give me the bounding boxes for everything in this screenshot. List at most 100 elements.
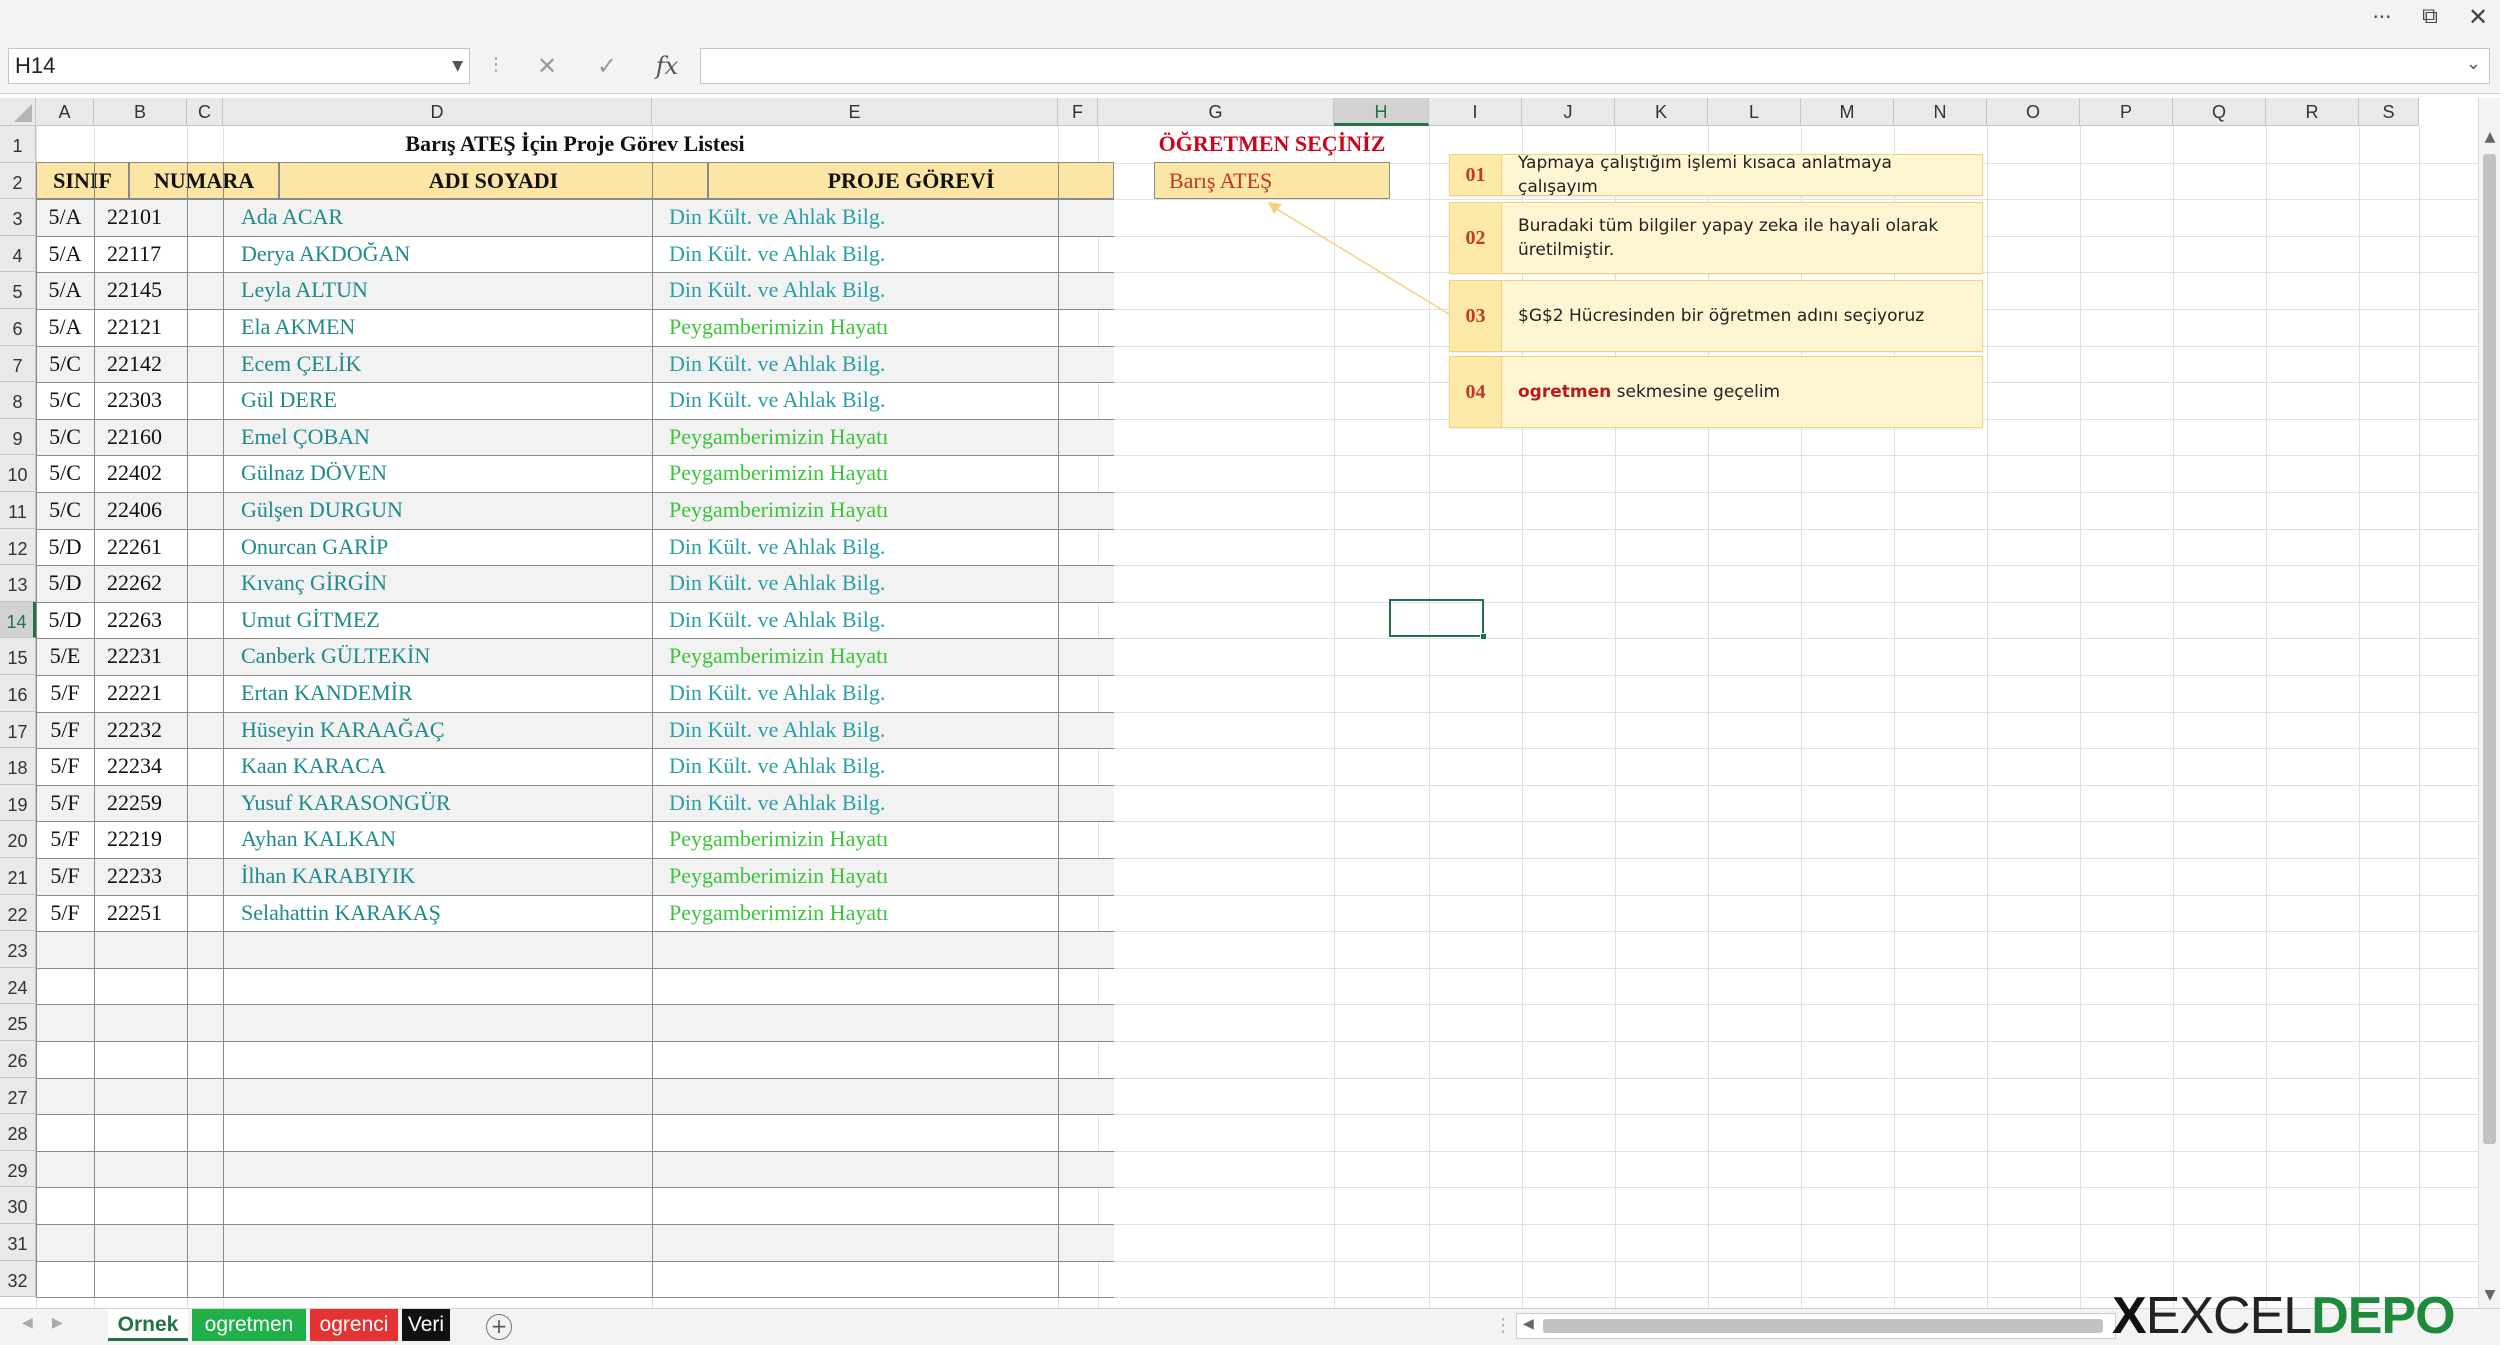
- header-adi-soyadi[interactable]: ADI SOYADI: [279, 162, 708, 199]
- restore-window-icon[interactable]: ⧉: [2410, 2, 2450, 32]
- cell-adi-soyadi[interactable]: Leyla ALTUN: [223, 272, 652, 309]
- row-header-29[interactable]: 29: [0, 1150, 36, 1188]
- cell-sinif[interactable]: 5/F: [36, 785, 94, 822]
- row-header-18[interactable]: 18: [0, 748, 36, 785]
- active-cell-selection[interactable]: [1389, 599, 1487, 640]
- cell-sinif[interactable]: 5/D: [36, 529, 94, 566]
- row-header-16[interactable]: 16: [0, 675, 36, 712]
- row-header-11[interactable]: 11: [0, 492, 36, 529]
- cell-numara[interactable]: 22231: [94, 638, 223, 675]
- sheet-tab-ogrenci[interactable]: ogrenci: [310, 1309, 398, 1341]
- row-header-27[interactable]: 27: [0, 1077, 36, 1115]
- column-header-l[interactable]: L: [1708, 98, 1801, 126]
- cell-proje-gorevi[interactable]: Din Kült. ve Ahlak Bilg.: [652, 565, 1058, 602]
- column-header-a[interactable]: A: [36, 98, 94, 126]
- row-header-24[interactable]: 24: [0, 967, 36, 1005]
- cell-numara[interactable]: 22406: [94, 492, 223, 529]
- cell-adi-soyadi[interactable]: Umut GİTMEZ: [223, 602, 652, 639]
- row-header-23[interactable]: 23: [0, 931, 36, 968]
- cell-numara[interactable]: 22263: [94, 602, 223, 639]
- cell-adi-soyadi[interactable]: Canberk GÜLTEKİN: [223, 638, 652, 675]
- cell-adi-soyadi[interactable]: Selahattin KARAKAŞ: [223, 895, 652, 932]
- cell-proje-gorevi[interactable]: Din Kült. ve Ahlak Bilg.: [652, 748, 1058, 785]
- ogretmen-secimi-label[interactable]: ÖĞRETMEN SEÇİNİZ: [1154, 126, 1390, 162]
- row-header-7[interactable]: 7: [0, 345, 36, 383]
- row-header-8[interactable]: 8: [0, 382, 36, 419]
- cell-sinif[interactable]: 5/C: [36, 346, 94, 383]
- row-header-15[interactable]: 15: [0, 638, 36, 675]
- cell-adi-soyadi[interactable]: Gülşen DURGUN: [223, 492, 652, 529]
- horizontal-scrollbar[interactable]: ◀: [1516, 1313, 2116, 1339]
- row-header-28[interactable]: 28: [0, 1114, 36, 1151]
- vertical-scrollbar[interactable]: ▲ ▼: [2478, 98, 2500, 1308]
- close-window-icon[interactable]: ✕: [2458, 2, 2498, 32]
- row-header-2[interactable]: 2: [0, 162, 36, 200]
- row-header-32[interactable]: 32: [0, 1260, 36, 1298]
- row-header-4[interactable]: 4: [0, 235, 36, 273]
- cell-sinif[interactable]: 5/D: [36, 602, 94, 639]
- cell-proje-gorevi[interactable]: Peygamberimizin Hayatı: [652, 492, 1058, 529]
- cell-adi-soyadi[interactable]: Gül DERE: [223, 382, 652, 419]
- tab-scroll-right-icon[interactable]: ▶: [52, 1315, 63, 1331]
- note-01[interactable]: 01 Yapmaya çalıştığım işlemi kısaca anla…: [1449, 153, 1983, 197]
- cell-numara[interactable]: 22251: [94, 895, 223, 932]
- fill-handle[interactable]: [1480, 633, 1487, 640]
- cell-adi-soyadi[interactable]: Ecem ÇELİK: [223, 346, 652, 383]
- cell-proje-gorevi[interactable]: Din Kült. ve Ahlak Bilg.: [652, 602, 1058, 639]
- cell-proje-gorevi[interactable]: Din Kült. ve Ahlak Bilg.: [652, 712, 1058, 749]
- cell-proje-gorevi[interactable]: Peygamberimizin Hayatı: [652, 858, 1058, 895]
- cell-numara[interactable]: 22233: [94, 858, 223, 895]
- cell-proje-gorevi[interactable]: Din Kült. ve Ahlak Bilg.: [652, 529, 1058, 566]
- row-header-1[interactable]: 1: [0, 126, 36, 163]
- vertical-scroll-thumb[interactable]: [2483, 154, 2496, 1144]
- column-header-m[interactable]: M: [1801, 98, 1894, 126]
- cell-proje-gorevi[interactable]: Din Kült. ve Ahlak Bilg.: [652, 272, 1058, 309]
- cell-adi-soyadi[interactable]: Emel ÇOBAN: [223, 419, 652, 456]
- cell-numara[interactable]: 22117: [94, 236, 223, 273]
- cell-numara[interactable]: 22160: [94, 419, 223, 456]
- cell-numara[interactable]: 22145: [94, 272, 223, 309]
- cell-numara[interactable]: 22219: [94, 821, 223, 858]
- column-header-d[interactable]: D: [223, 98, 652, 126]
- cell-sinif[interactable]: 5/F: [36, 748, 94, 785]
- row-header-31[interactable]: 31: [0, 1224, 36, 1261]
- row-header-17[interactable]: 17: [0, 711, 36, 749]
- cell-proje-gorevi[interactable]: Din Kült. ve Ahlak Bilg.: [652, 785, 1058, 822]
- row-header-13[interactable]: 13: [0, 565, 36, 602]
- cell-adi-soyadi[interactable]: Hüseyin KARAAĞAÇ: [223, 712, 652, 749]
- cell-sinif[interactable]: 5/C: [36, 419, 94, 456]
- cell-proje-gorevi[interactable]: Peygamberimizin Hayatı: [652, 309, 1058, 346]
- row-header-9[interactable]: 9: [0, 418, 36, 456]
- insert-function-icon[interactable]: fx: [644, 48, 690, 84]
- cell-sinif[interactable]: 5/A: [36, 199, 94, 236]
- column-header-q[interactable]: Q: [2173, 98, 2266, 126]
- column-header-b[interactable]: B: [94, 98, 187, 126]
- sheet-tab-ogretmen[interactable]: ogretmen: [192, 1309, 306, 1341]
- cell-sinif[interactable]: 5/C: [36, 455, 94, 492]
- column-header-s[interactable]: S: [2359, 98, 2419, 126]
- sheet-tab-ornek[interactable]: Ornek: [108, 1309, 188, 1341]
- confirm-entry-icon[interactable]: ✓: [584, 48, 630, 84]
- column-header-e[interactable]: E: [652, 98, 1058, 126]
- row-header-26[interactable]: 26: [0, 1041, 36, 1078]
- column-header-k[interactable]: K: [1615, 98, 1708, 126]
- column-header-r[interactable]: R: [2266, 98, 2359, 126]
- row-header-19[interactable]: 19: [0, 784, 36, 822]
- column-header-g[interactable]: G: [1098, 98, 1334, 126]
- cell-numara[interactable]: 22303: [94, 382, 223, 419]
- cell-adi-soyadi[interactable]: Kaan KARACA: [223, 748, 652, 785]
- cell-sinif[interactable]: 5/A: [36, 236, 94, 273]
- row-header-5[interactable]: 5: [0, 272, 36, 309]
- cell-proje-gorevi[interactable]: Peygamberimizin Hayatı: [652, 638, 1058, 675]
- cell-sinif[interactable]: 5/A: [36, 309, 94, 346]
- column-header-o[interactable]: O: [1987, 98, 2080, 126]
- note-03[interactable]: 03 $G$2 Hücresinden bir öğretmen adını s…: [1449, 280, 1983, 352]
- cell-adi-soyadi[interactable]: Ada ACAR: [223, 199, 652, 236]
- row-header-3[interactable]: 3: [0, 199, 36, 236]
- cell-proje-gorevi[interactable]: Din Kült. ve Ahlak Bilg.: [652, 346, 1058, 383]
- cell-sinif[interactable]: 5/F: [36, 712, 94, 749]
- cell-proje-gorevi[interactable]: Din Kült. ve Ahlak Bilg.: [652, 382, 1058, 419]
- cell-proje-gorevi[interactable]: Peygamberimizin Hayatı: [652, 821, 1058, 858]
- cell-adi-soyadi[interactable]: Ayhan KALKAN: [223, 821, 652, 858]
- formula-bar-grip-icon[interactable]: ⋮: [487, 54, 505, 75]
